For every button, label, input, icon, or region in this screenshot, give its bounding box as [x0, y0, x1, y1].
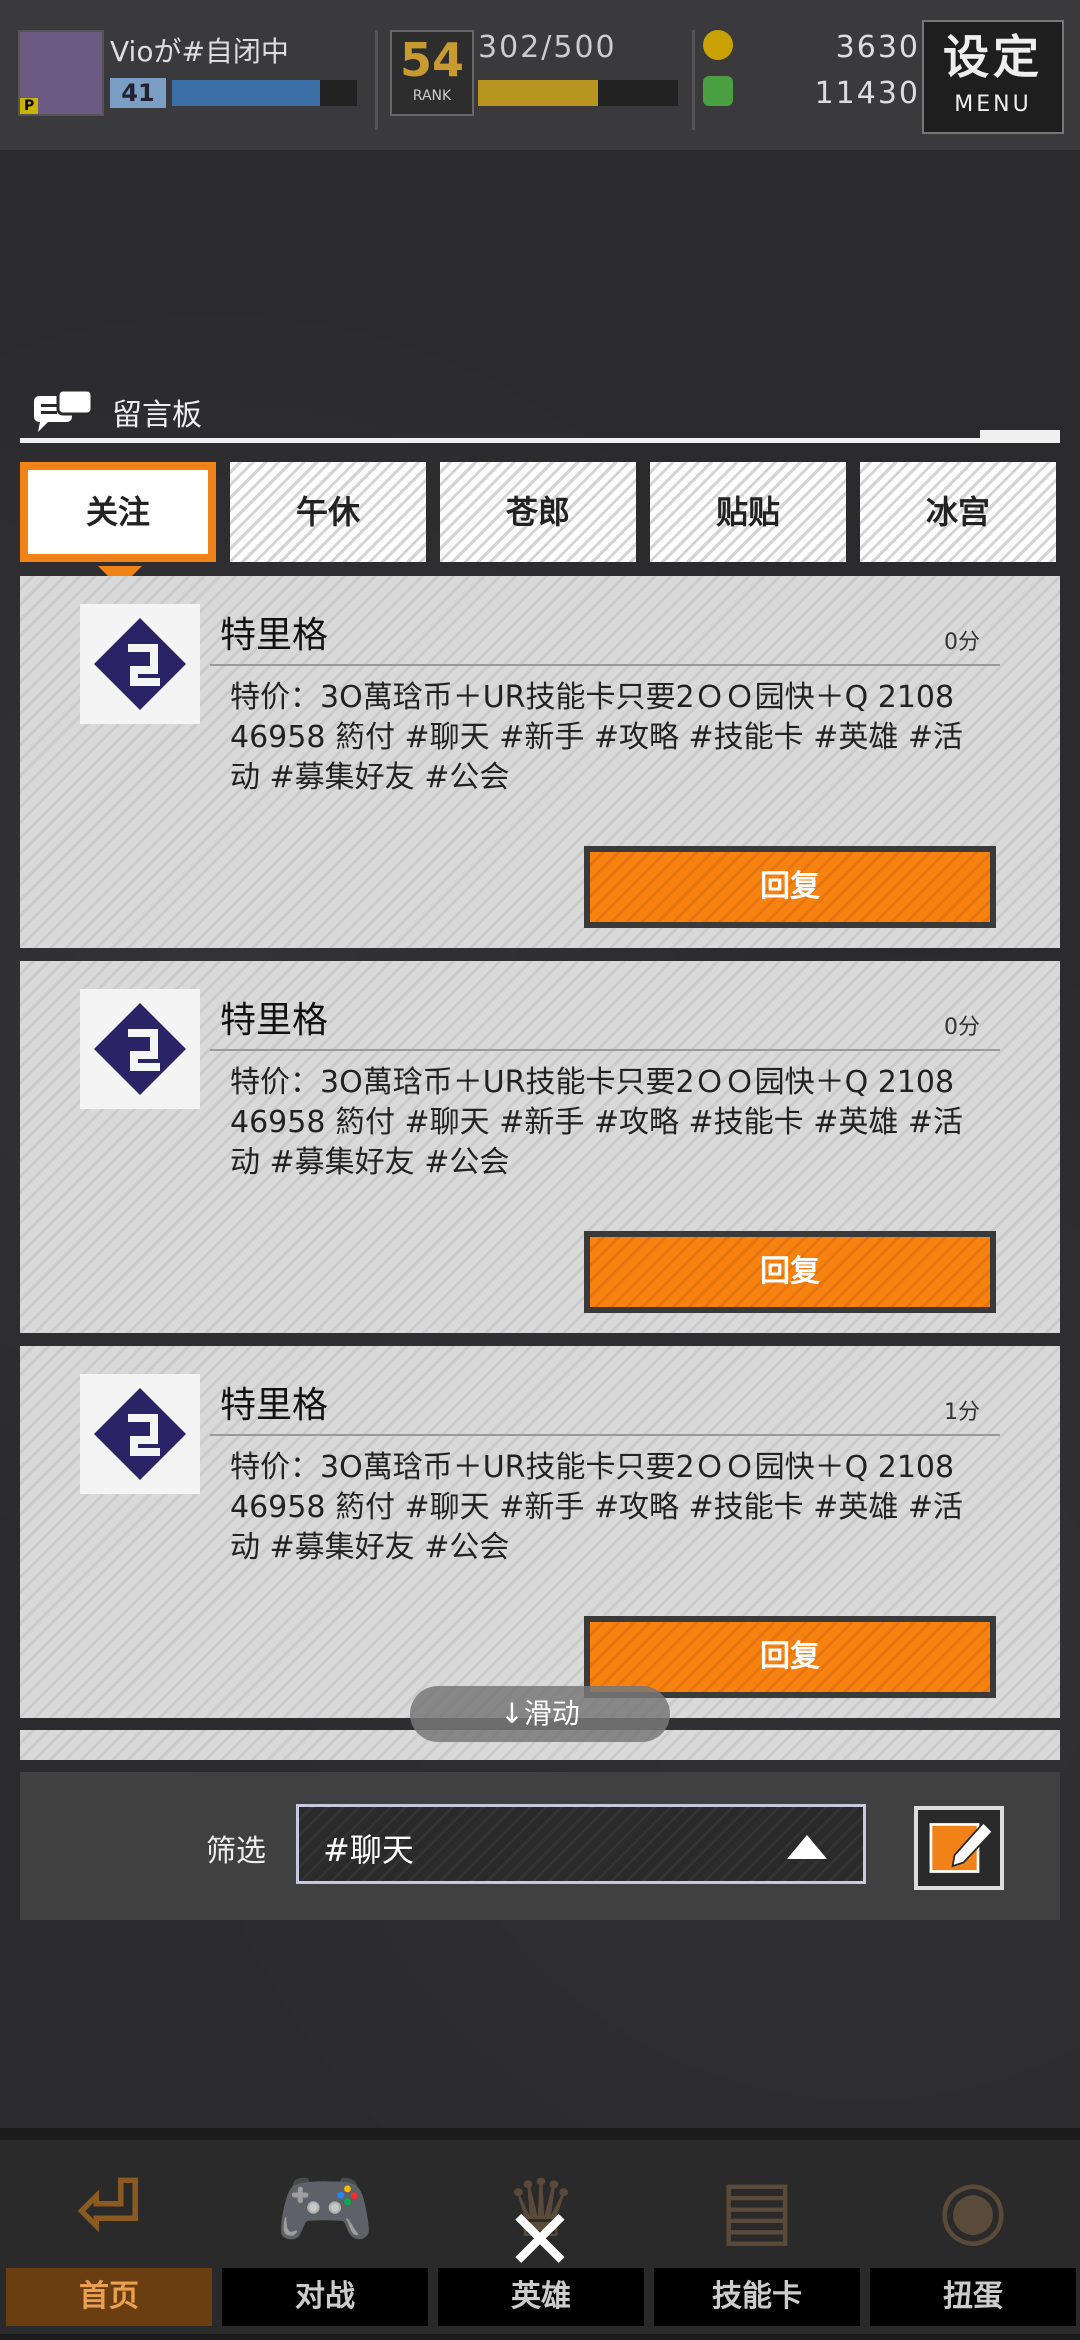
- green-gem-icon: [703, 76, 733, 106]
- message-body: 特价：3O萬琀币＋UR技能卡只要2ＯＯ园快＋Q 2108 46958 箹付 #聊…: [230, 1450, 964, 1565]
- nav-skill-card[interactable]: ▤ 技能卡: [648, 2140, 866, 2334]
- filter-label: 筛选: [206, 1834, 266, 1869]
- tab-lunch[interactable]: 午休: [230, 462, 426, 562]
- message-time: 1分: [944, 1400, 980, 1425]
- tab-follow[interactable]: 关注: [20, 462, 216, 562]
- author-name: 特里格: [220, 615, 329, 656]
- author-name: 特里格: [220, 1000, 329, 1041]
- rank-label: RANK: [412, 88, 452, 104]
- settings-menu-button[interactable]: 设定 MENU: [922, 20, 1064, 134]
- settings-sub-label: MENU: [954, 92, 1032, 117]
- message-time: 0分: [944, 630, 980, 655]
- author-avatar[interactable]: [80, 1374, 200, 1494]
- nav-label: 扭蛋: [870, 2268, 1076, 2326]
- xp-bar-fill: [172, 80, 320, 106]
- reply-label: 回复: [590, 852, 990, 922]
- tab-ice-palace[interactable]: 冰宫: [860, 462, 1056, 562]
- name-underline: [210, 1049, 1000, 1051]
- gem-amount: 11430: [814, 76, 920, 111]
- compose-button[interactable]: [914, 1806, 1004, 1890]
- compose-icon: [929, 1821, 994, 1873]
- name-underline: [210, 1434, 1000, 1436]
- player-level: 41: [110, 78, 166, 108]
- gold-coin-icon: [703, 30, 733, 60]
- nav-battle[interactable]: 🎮 对战: [216, 2140, 434, 2334]
- board-header: 留言板: [20, 380, 1060, 440]
- message-body: 特价：3O萬琀币＋UR技能卡只要2ＯＯ园快＋Q 2108 46958 箹付 #聊…: [230, 680, 964, 795]
- tab-tietie[interactable]: 贴贴: [650, 462, 846, 562]
- chat-bubble-icon: [34, 388, 94, 432]
- triangle-up-icon: [787, 1835, 827, 1859]
- author-avatar[interactable]: [80, 989, 200, 1109]
- message-card: 特里格 1分 特价：3O萬琀币＋UR技能卡只要2ＯＯ园快＋Q 2108 4695…: [20, 1346, 1060, 1718]
- message-body: 特价：3O萬琀币＋UR技能卡只要2ＯＯ园快＋Q 2108 46958 箹付 #聊…: [230, 1065, 964, 1180]
- player-avatar[interactable]: P: [18, 30, 104, 116]
- author-logo-icon: [94, 1003, 186, 1095]
- player-name: Vioが#自闭中: [110, 35, 289, 68]
- stamina-text: 302/500: [478, 30, 617, 65]
- message-card: 特里格 0分 特价：3O萬琀币＋UR技能卡只要2ＯＯ园快＋Q 2108 4695…: [20, 576, 1060, 948]
- message-card: 特里格 0分 特价：3O萬琀币＋UR技能卡只要2ＯＯ园快＋Q 2108 4695…: [20, 961, 1060, 1333]
- filter-value: #聊天: [323, 1831, 414, 1869]
- author-logo-icon: [94, 1388, 186, 1480]
- gold-amount: 3630: [835, 30, 920, 65]
- rank-number: 54: [399, 33, 464, 87]
- divider: [375, 30, 378, 130]
- reply-label: 回复: [590, 1237, 990, 1307]
- gacha-icon: ◉: [938, 2162, 1008, 2255]
- nav-home[interactable]: ⏎ 首页: [0, 2140, 218, 2334]
- rank-badge: 54 RANK: [390, 30, 474, 116]
- author-avatar[interactable]: [80, 604, 200, 724]
- stamina-bar-fill: [478, 80, 598, 106]
- settings-label: 设定: [943, 30, 1043, 84]
- name-underline: [210, 664, 1000, 666]
- header-divider: [20, 438, 1060, 443]
- nav-label: 对战: [222, 2268, 428, 2326]
- message-time: 0分: [944, 1015, 980, 1040]
- home-icon: ⏎: [75, 2162, 143, 2255]
- filter-bar: 筛选 #聊天: [20, 1772, 1060, 1920]
- reply-button[interactable]: 回复: [584, 846, 996, 928]
- reply-label: 回复: [590, 1622, 990, 1692]
- scroll-hint: ↓滑动: [410, 1686, 670, 1742]
- status-bar: P Vioが#自闭中 41 54 RANK 302/500 3630 11430…: [0, 0, 1080, 150]
- gamepad-icon: 🎮: [275, 2162, 375, 2255]
- board-title: 留言板: [112, 398, 202, 433]
- skill-card-icon: ▤: [719, 2162, 795, 2255]
- header-divider-accent: [980, 430, 1060, 442]
- divider: [692, 30, 695, 130]
- close-icon[interactable]: ✕: [500, 2198, 580, 2282]
- nav-label: 技能卡: [654, 2268, 860, 2326]
- stamina-bar: [478, 80, 678, 106]
- nav-gacha[interactable]: ◉ 扭蛋: [864, 2140, 1080, 2334]
- avatar-badge: P: [20, 98, 39, 114]
- channel-tabs: 关注 午休 苍郎 贴贴 冰宫: [20, 462, 1060, 566]
- author-logo-icon: [94, 618, 186, 710]
- xp-bar: [172, 80, 357, 106]
- reply-button[interactable]: 回复: [584, 1231, 996, 1313]
- tab-canglang[interactable]: 苍郎: [440, 462, 636, 562]
- nav-label: 首页: [6, 2268, 212, 2326]
- author-name: 特里格: [220, 1385, 329, 1426]
- filter-dropdown[interactable]: #聊天: [296, 1804, 866, 1884]
